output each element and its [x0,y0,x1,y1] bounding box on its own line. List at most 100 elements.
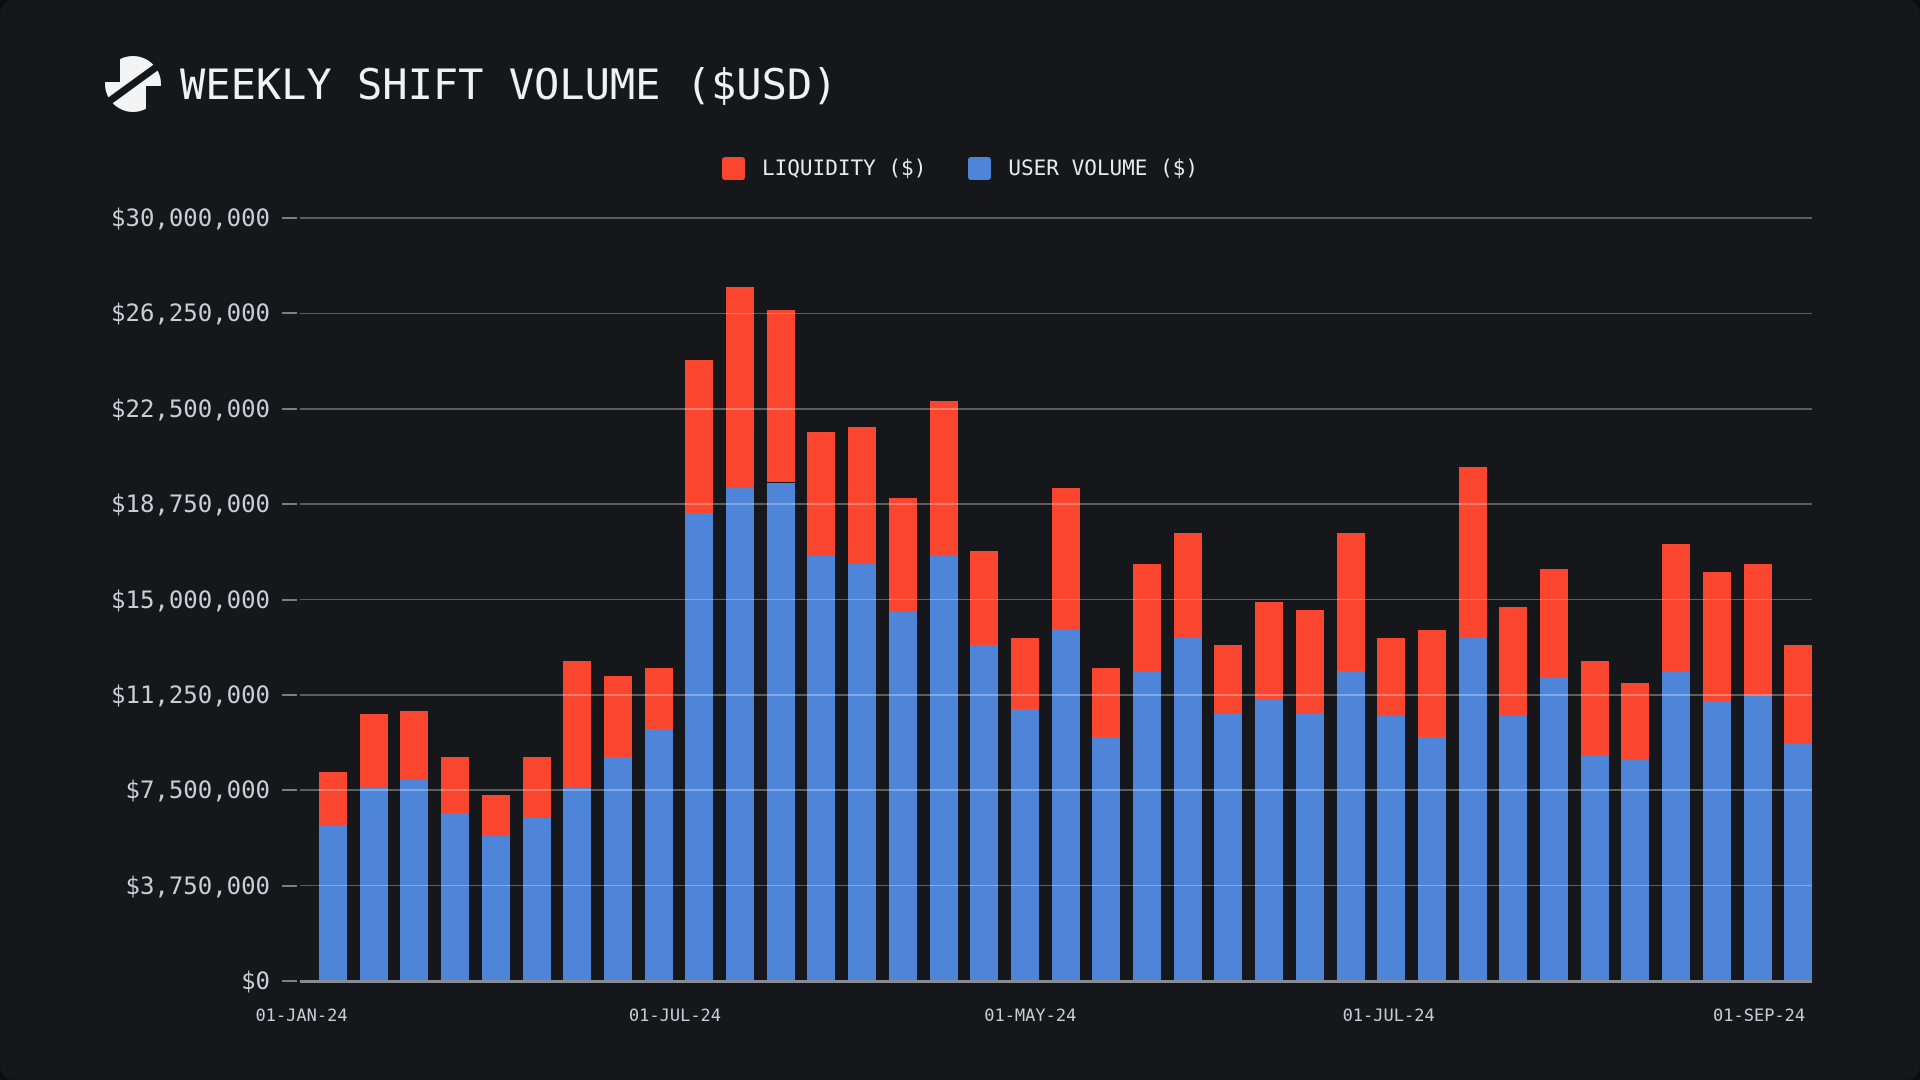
y-axis-label: $3,750,000 [70,874,270,898]
bar-user-volume[interactable] [848,564,876,981]
bar-liquidity[interactable] [1703,572,1731,702]
bar-user-volume[interactable] [523,818,551,981]
y-axis-tick [282,885,297,887]
bar-liquidity[interactable] [563,661,591,788]
gridline [300,885,1812,887]
bar-liquidity[interactable] [930,401,958,556]
bar-liquidity[interactable] [441,757,469,813]
bar-liquidity[interactable] [1377,638,1405,717]
bar-liquidity[interactable] [1662,544,1690,671]
y-axis-label: $30,000,000 [70,206,270,230]
y-axis-tick [282,217,297,219]
bar-liquidity[interactable] [726,287,754,488]
bar-user-volume[interactable] [1459,638,1487,981]
bar-user-volume[interactable] [1133,671,1161,981]
x-axis-label: 01-JUL-24 [1343,1008,1435,1025]
gridline [300,599,1812,601]
bar-liquidity[interactable] [889,498,917,612]
bar-user-volume[interactable] [441,813,469,981]
gridline [300,408,1812,410]
bar-liquidity[interactable] [685,360,713,513]
bar-user-volume[interactable] [1296,714,1324,981]
bar-user-volume[interactable] [1092,737,1120,981]
gridline [300,503,1812,505]
bar-liquidity[interactable] [1499,607,1527,716]
bar-liquidity[interactable] [1744,564,1772,696]
gridline [300,313,1812,315]
y-axis-label: $11,250,000 [70,683,270,707]
bar-user-volume[interactable] [645,729,673,981]
bar-user-volume[interactable] [1337,671,1365,981]
bar-user-volume[interactable] [1499,716,1527,981]
gridline [300,217,1812,219]
bar-user-volume[interactable] [1784,744,1812,981]
bar-user-volume[interactable] [1052,630,1080,981]
bar-user-volume[interactable] [1703,701,1731,981]
bar-liquidity[interactable] [1214,645,1242,714]
bar-user-volume[interactable] [1418,737,1446,981]
bar-user-volume[interactable] [1174,638,1202,981]
y-axis-label: $0 [70,969,270,993]
bar-liquidity[interactable] [1337,533,1365,670]
y-axis-tick [282,408,297,410]
x-axis-line [300,980,1812,983]
y-axis-tick [282,312,297,314]
bar-liquidity[interactable] [1255,602,1283,699]
bar-liquidity[interactable] [1296,610,1324,714]
bar-user-volume[interactable] [930,556,958,981]
y-axis-label: $7,500,000 [70,778,270,802]
bar-liquidity[interactable] [1540,569,1568,678]
bar-user-volume[interactable] [767,483,795,981]
y-axis-tick [282,980,297,982]
chart-card: WEEKLY SHIFT VOLUME ($USD) LIQUIDITY ($)… [0,0,1920,1080]
bar-liquidity[interactable] [1052,488,1080,630]
bar-liquidity[interactable] [645,668,673,729]
chart-plot-area: $0 $3,750,000 $7,500,000 $11,250,000 $15,000… [0,0,1920,1080]
gridline [300,789,1812,791]
bar-user-volume[interactable] [1214,714,1242,981]
bar-user-volume[interactable] [1377,716,1405,981]
y-axis-label: $22,500,000 [70,397,270,421]
y-axis-label: $15,000,000 [70,588,270,612]
y-axis-tick [282,599,297,601]
bar-liquidity[interactable] [360,714,388,788]
bar-liquidity[interactable] [1174,533,1202,637]
bar-liquidity[interactable] [482,795,510,836]
bar-user-volume[interactable] [685,513,713,981]
bar-user-volume[interactable] [726,488,754,981]
bar-liquidity[interactable] [1459,467,1487,637]
bar-liquidity[interactable] [848,427,876,564]
x-axis-label: 01-JUL-24 [629,1008,721,1025]
bar-liquidity[interactable] [1133,564,1161,671]
y-axis-tick [282,503,297,505]
x-axis-label: 01-JAN-24 [255,1008,347,1025]
bar-user-volume[interactable] [889,612,917,981]
bar-user-volume[interactable] [1662,671,1690,981]
y-axis-tick [282,694,297,696]
y-axis-label: $18,750,000 [70,492,270,516]
bar-liquidity[interactable] [767,310,795,483]
x-axis-label: 01-SEP-24 [1713,1008,1805,1025]
bar-liquidity[interactable] [1011,638,1039,709]
bar-user-volume[interactable] [807,556,835,981]
gridline [300,694,1812,696]
bar-user-volume[interactable] [1255,699,1283,981]
bar-user-volume[interactable] [1540,678,1568,981]
bar-liquidity[interactable] [1092,668,1120,737]
bar-user-volume[interactable] [1621,760,1649,981]
bar-liquidity[interactable] [400,711,428,780]
bar-liquidity[interactable] [807,432,835,557]
bar-user-volume[interactable] [1744,696,1772,981]
bar-liquidity[interactable] [604,676,632,757]
bar-user-volume[interactable] [400,780,428,981]
bar-liquidity[interactable] [1418,630,1446,737]
bar-liquidity[interactable] [523,757,551,818]
x-axis-label: 01-MAY-24 [984,1008,1076,1025]
bar-user-volume[interactable] [1011,709,1039,981]
y-axis-label: $26,250,000 [70,301,270,325]
bar-user-volume[interactable] [482,836,510,981]
bar-liquidity[interactable] [319,772,347,825]
bar-liquidity[interactable] [1581,661,1609,755]
y-axis-tick [282,789,297,791]
bar-user-volume[interactable] [319,826,347,981]
